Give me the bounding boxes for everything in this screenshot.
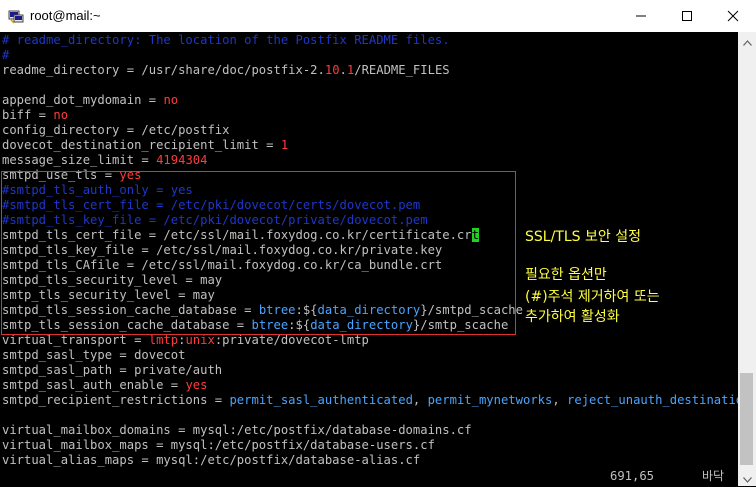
- annotation-line-1: 필요한 옵션만: [525, 267, 607, 283]
- scroll-up-button[interactable]: [738, 32, 756, 49]
- maximize-icon: [681, 10, 693, 22]
- terminal-text-segment: no: [163, 93, 179, 107]
- terminal-area[interactable]: # readme_directory: The location of the …: [0, 32, 738, 486]
- terminal-text-segment: #: [2, 48, 10, 62]
- terminal-line: biff = no: [2, 108, 738, 123]
- terminal-text-segment: smtpd_sasl_auth_enable =: [2, 378, 186, 392]
- close-icon: [727, 10, 739, 22]
- terminal-text-segment: 1: [280, 138, 289, 152]
- terminal-text-segment: smtpd_recipient_restrictions =: [2, 393, 230, 407]
- terminal-text-segment: # readme_directory: The location of the …: [2, 33, 450, 47]
- terminal-text-segment: no: [53, 108, 69, 122]
- terminal-text-segment: 4194304: [156, 153, 208, 167]
- terminal-line: virtual_transport = lmtp:unix:private/do…: [2, 333, 738, 348]
- terminal-line: smtpd_sasl_auth_enable = yes: [2, 378, 738, 393]
- terminal-text-segment: reject_unauth_destination: [567, 393, 738, 407]
- terminal-text-segment: yes: [185, 378, 208, 392]
- terminal-text-segment: message_size_limit =: [2, 153, 157, 167]
- vertical-scrollbar[interactable]: [738, 32, 756, 486]
- terminal-line: config_directory = /etc/postfix: [2, 123, 738, 138]
- terminal-text-segment: biff =: [2, 108, 54, 122]
- terminal-text-segment: .: [339, 63, 347, 77]
- terminal-text-segment: readme_directory = /usr/share/doc/postfi…: [2, 63, 325, 77]
- maximize-button[interactable]: [664, 0, 710, 32]
- terminal-line: append_dot_mydomain = no: [2, 93, 738, 108]
- terminal-line: dovecot_destination_recipient_limit = 1: [2, 138, 738, 153]
- terminal-text-segment: smtpd_sasl_path = private/auth: [2, 363, 223, 377]
- minimize-icon: [635, 10, 647, 22]
- terminal-line: # readme_directory: The location of the …: [2, 33, 738, 48]
- terminal-line: smtpd_sasl_path = private/auth: [2, 363, 738, 378]
- terminal-text-segment: config_directory = /etc/postfix: [2, 123, 230, 137]
- annotation-title: SSL/TLS 보안 설정: [525, 229, 641, 245]
- putty-terminal-icon[interactable]: [8, 8, 24, 24]
- terminal-line: readme_directory = /usr/share/doc/postfi…: [2, 63, 738, 78]
- terminal-text-segment: permit_sasl_authenticated: [229, 393, 413, 407]
- window-title: root@mail:~: [30, 8, 101, 23]
- terminal-text-segment: 10: [324, 63, 340, 77]
- terminal-text-segment: dovecot_destination_recipient_limit =: [2, 138, 281, 152]
- terminal-line: virtual_mailbox_maps = mysql:/etc/postfi…: [2, 438, 738, 453]
- minimize-button[interactable]: [618, 0, 664, 32]
- terminal-text-segment: virtual_transport =: [2, 333, 149, 347]
- annotation-line-2: (#)주석 제거하여 또는: [525, 289, 660, 305]
- cursor-position-status: 691,65: [610, 469, 655, 483]
- scroll-down-button[interactable]: [738, 469, 756, 486]
- ssl-tls-highlight-box: [1, 171, 516, 335]
- terminal-text-segment: /README_FILES: [354, 63, 450, 77]
- terminal-text-segment: append_dot_mydomain =: [2, 93, 164, 107]
- close-button[interactable]: [710, 0, 756, 32]
- scrollbar-thumb[interactable]: [740, 373, 753, 465]
- terminal-text-segment: ,: [552, 393, 568, 407]
- scroll-position-status: 바닥: [702, 469, 725, 483]
- terminal-line: smtpd_sasl_type = dovecot: [2, 348, 738, 363]
- terminal-line: smtpd_recipient_restrictions = permit_sa…: [2, 393, 738, 408]
- terminal-text-segment: virtual_mailbox_domains = mysql:/etc/pos…: [2, 423, 472, 437]
- annotation-line-3: 추가하여 활성화: [525, 309, 620, 325]
- terminal-text-segment: unix: [185, 333, 215, 347]
- terminal-text-segment: lmtp: [148, 333, 179, 347]
- terminal-text-segment: virtual_alias_maps = mysql:/etc/postfix/…: [2, 453, 421, 467]
- chevron-down-icon: [742, 468, 752, 487]
- terminal-text-segment: permit_mynetworks: [427, 393, 553, 407]
- terminal-line: virtual_alias_maps = mysql:/etc/postfix/…: [2, 453, 738, 468]
- terminal-line: message_size_limit = 4194304: [2, 153, 738, 168]
- terminal-text-segment: virtual_mailbox_maps = mysql:/etc/postfi…: [2, 438, 435, 452]
- terminal-text-segment: :private/dovecot-lmtp: [214, 333, 369, 347]
- terminal-line: #: [2, 48, 738, 63]
- terminal-line: virtual_mailbox_domains = mysql:/etc/pos…: [2, 423, 738, 438]
- chevron-up-icon: [742, 31, 752, 50]
- terminal-text-segment: ,: [412, 393, 428, 407]
- terminal-text-segment: smtpd_sasl_type = dovecot: [2, 348, 186, 362]
- window-titlebar[interactable]: root@mail:~: [0, 0, 756, 33]
